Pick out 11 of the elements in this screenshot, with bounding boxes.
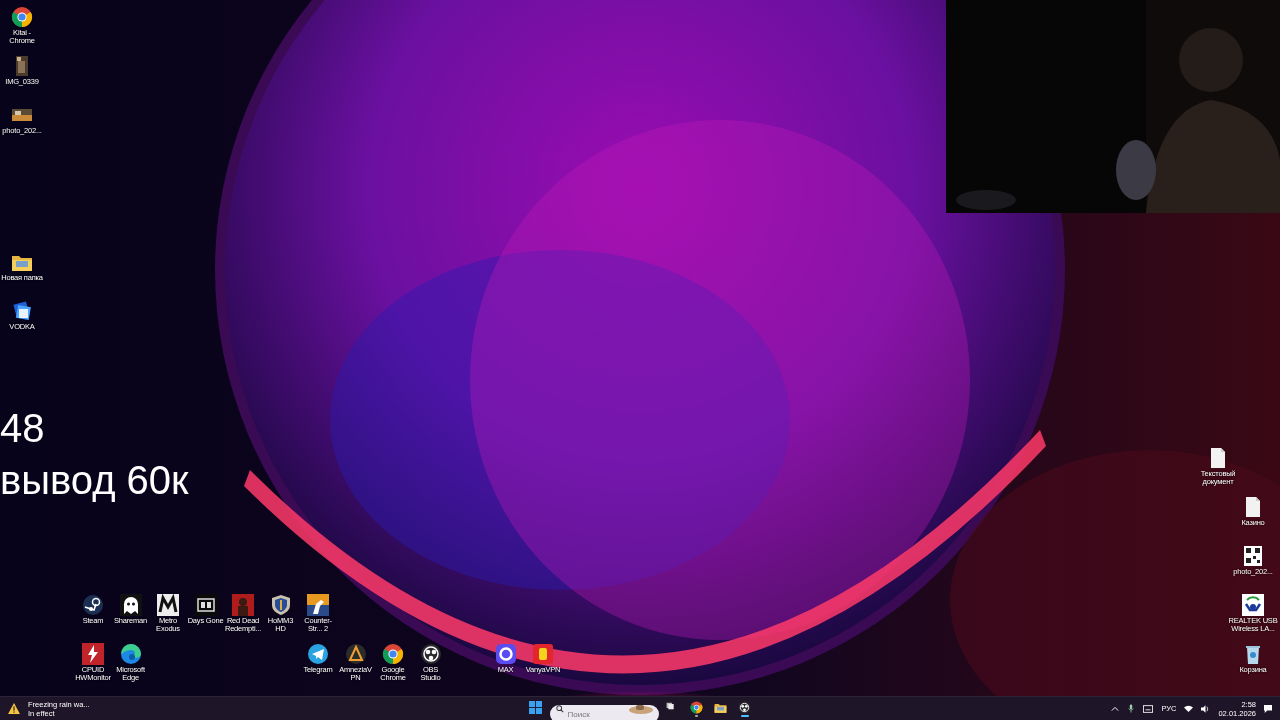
microphone-icon[interactable] <box>1127 704 1136 713</box>
warning-icon <box>8 703 20 714</box>
volume-icon[interactable] <box>1201 704 1211 713</box>
chevron-up-icon[interactable] <box>1111 704 1120 713</box>
keyboard-icon[interactable] <box>1143 704 1154 713</box>
obs-icon <box>738 700 751 714</box>
search-icon <box>555 704 564 713</box>
chrome-icon <box>690 700 703 714</box>
wifi-icon[interactable] <box>1184 704 1194 713</box>
notification-icon[interactable] <box>1264 704 1272 713</box>
highlight-icon <box>627 703 654 714</box>
